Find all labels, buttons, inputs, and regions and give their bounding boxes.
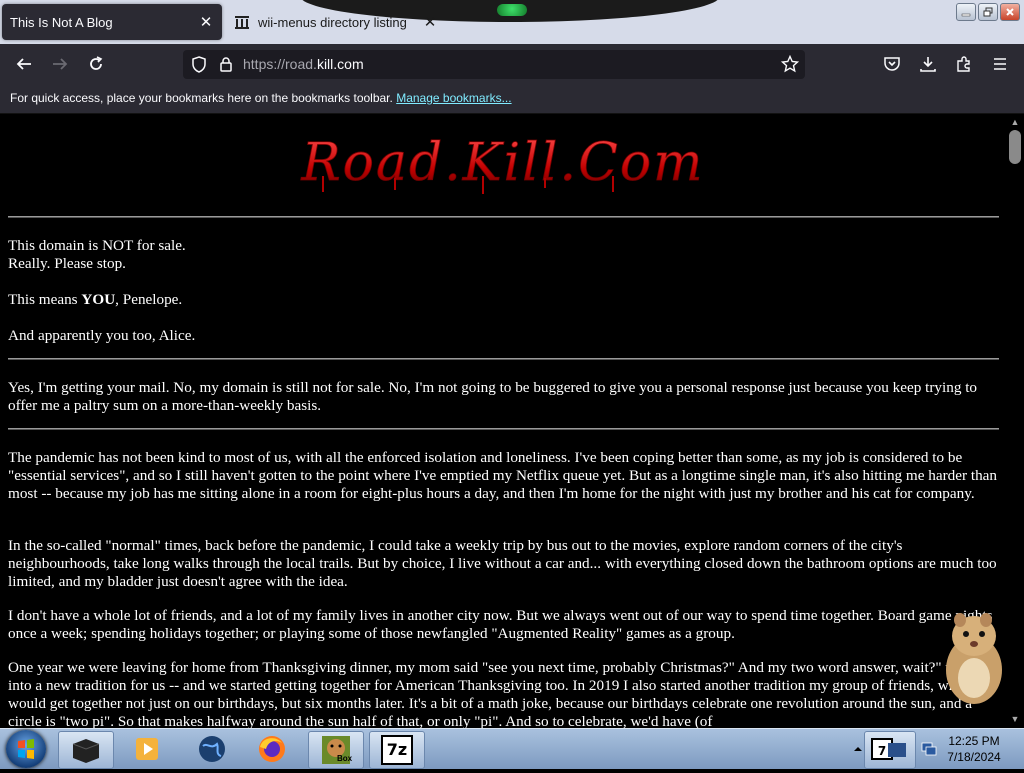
media-player-icon bbox=[136, 738, 158, 760]
globe-icon bbox=[199, 736, 225, 762]
7zip-icon: 7z bbox=[381, 735, 413, 765]
penelope-bold: YOU bbox=[81, 291, 116, 308]
windows-taskbar: Box 7z 7 12:25 PM 7/18/2024 bbox=[0, 728, 1024, 769]
navigation-toolbar: https://road.kill.com bbox=[0, 44, 1024, 84]
reload-icon bbox=[90, 56, 103, 70]
pocket-icon bbox=[884, 57, 900, 71]
lock-icon[interactable] bbox=[219, 56, 233, 78]
windows-logo-icon bbox=[18, 739, 34, 759]
site-logo: Road.Kill.Com bbox=[0, 126, 1006, 203]
building-icon bbox=[234, 14, 250, 30]
close-tab-icon[interactable]: ✕ bbox=[420, 13, 440, 31]
hamster-mascot bbox=[940, 608, 1006, 713]
system-clock[interactable]: 12:25 PM 7/18/2024 bbox=[936, 733, 1012, 765]
minimize-button[interactable] bbox=[956, 3, 976, 21]
window-controls bbox=[956, 3, 1020, 21]
penelope-notice: This means YOU, Penelope. bbox=[8, 291, 1000, 309]
firefox-icon bbox=[259, 736, 285, 762]
bookmarks-toolbar: For quick access, place your bookmarks h… bbox=[0, 84, 1024, 114]
tab-label: This Is Not A Blog bbox=[10, 14, 113, 30]
notice-line-1: This domain is NOT for sale. bbox=[8, 237, 186, 254]
download-icon bbox=[920, 57, 936, 72]
penelope-post: , Penelope. bbox=[115, 291, 183, 308]
clock-time: 12:25 PM bbox=[948, 734, 1000, 748]
extensions-button[interactable] bbox=[952, 52, 976, 76]
penelope-pre: This means bbox=[8, 291, 82, 308]
restore-button[interactable] bbox=[978, 3, 998, 21]
taskbar-terminal[interactable] bbox=[58, 731, 114, 769]
forward-button[interactable] bbox=[48, 52, 72, 76]
hamburger-menu-icon bbox=[994, 58, 1006, 70]
pandemic-paragraph: The pandemic has not been kind to most o… bbox=[8, 449, 998, 502]
tab-bar: This Is Not A Blog ✕ wii-menus directory… bbox=[0, 0, 1024, 44]
divider bbox=[8, 428, 999, 430]
thanksgiving-paragraph: One year we were leaving for home from T… bbox=[8, 659, 997, 728]
taskbar-box-game[interactable]: Box bbox=[308, 731, 364, 769]
puzzle-icon bbox=[957, 56, 970, 72]
window-ornament bbox=[497, 4, 527, 16]
box-label: Box bbox=[337, 754, 353, 763]
7zip-window-icon: 7 bbox=[871, 738, 906, 760]
scroll-down-arrow-icon[interactable]: ▼ bbox=[1009, 714, 1021, 724]
clock-date: 7/18/2024 bbox=[947, 750, 1001, 764]
taskbar-7zip[interactable]: 7z bbox=[369, 731, 425, 769]
downloads-button[interactable] bbox=[916, 52, 940, 76]
bookmarks-hint: For quick access, place your bookmarks h… bbox=[10, 91, 393, 105]
taskbar-globe[interactable] bbox=[185, 731, 239, 767]
notice-line-2: Really. Please stop. bbox=[8, 255, 126, 272]
page-content: Road.Kill.Com This domain is NOT for sal… bbox=[0, 114, 1006, 728]
divider bbox=[8, 216, 999, 218]
vertical-scrollbar[interactable]: ▲ ▼ bbox=[1006, 114, 1024, 728]
start-button[interactable] bbox=[6, 730, 46, 768]
scrollbar-thumb[interactable] bbox=[1009, 130, 1021, 164]
manage-bookmarks-link[interactable]: Manage bookmarks... bbox=[396, 91, 511, 105]
logo-text: Road.Kill.Com bbox=[301, 133, 705, 193]
url-bar[interactable]: https://road.kill.com bbox=[183, 50, 805, 79]
tracking-protection-icon[interactable] bbox=[191, 56, 207, 78]
forward-arrow-icon bbox=[53, 58, 68, 70]
divider bbox=[8, 358, 999, 360]
taskbar-media-player[interactable] bbox=[120, 731, 174, 767]
app-menu-button[interactable] bbox=[988, 52, 1012, 76]
url-prefix: https://road. bbox=[243, 56, 317, 72]
normal-times-paragraph: In the so-called "normal" times, back be… bbox=[8, 537, 997, 590]
terminal-box-icon bbox=[72, 739, 100, 763]
close-window-button[interactable] bbox=[1000, 3, 1020, 21]
pocket-button[interactable] bbox=[880, 52, 904, 76]
back-button[interactable] bbox=[12, 52, 36, 76]
close-tab-icon[interactable]: ✕ bbox=[196, 13, 216, 31]
tab-label: wii-menus directory listing bbox=[258, 14, 407, 30]
scroll-up-arrow-icon[interactable]: ▲ bbox=[1009, 117, 1021, 127]
url-text[interactable]: https://road.kill.com bbox=[243, 56, 364, 72]
bookmark-star-icon[interactable] bbox=[780, 54, 800, 78]
back-arrow-icon bbox=[16, 58, 31, 70]
svg-text:7: 7 bbox=[878, 744, 886, 758]
tab-wii-menus[interactable]: wii-menus directory listing ✕ bbox=[226, 4, 446, 40]
not-for-sale-notice: This domain is NOT for sale. Really. Ple… bbox=[8, 237, 1000, 273]
reload-button[interactable] bbox=[84, 52, 108, 76]
taskbar-firefox[interactable] bbox=[245, 731, 299, 767]
url-domain: kill.com bbox=[316, 56, 364, 72]
friends-paragraph: I don't have a whole lot of friends, and… bbox=[8, 607, 993, 642]
tab-this-is-not-a-blog[interactable]: This Is Not A Blog ✕ bbox=[2, 4, 222, 40]
alice-notice: And apparently you too, Alice. bbox=[8, 327, 196, 344]
mail-response-paragraph: Yes, I'm getting your mail. No, my domai… bbox=[8, 379, 978, 414]
taskbar-active-7zip[interactable]: 7 bbox=[864, 731, 916, 769]
